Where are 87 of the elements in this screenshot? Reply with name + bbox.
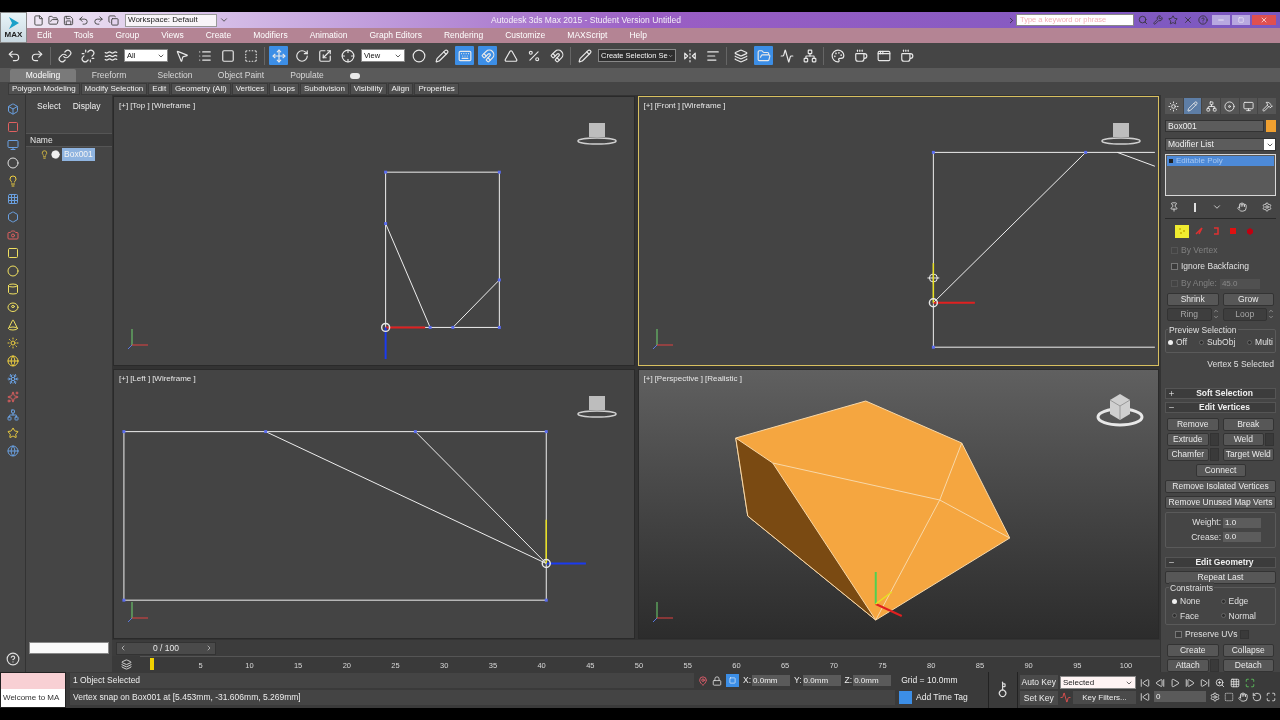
ribbon-panel[interactable]: Properties — [414, 82, 459, 95]
ribbon-tab[interactable]: Populate — [274, 69, 340, 82]
viewport[interactable]: [+] [Left ] [Wireframe ] — [113, 369, 635, 639]
panel-button[interactable]: Break — [1222, 418, 1274, 432]
panel-button[interactable]: Remove Isolated Vertices — [1165, 480, 1276, 494]
viewport-label[interactable]: [+] — [643, 100, 653, 112]
field-label: Crease: — [1191, 531, 1221, 544]
viewport-label[interactable]: [+] — [119, 100, 129, 112]
viewport-label[interactable]: [+] — [119, 373, 129, 385]
explorer-menu[interactable]: Select — [37, 99, 61, 113]
coordinate-field[interactable]: 0.0mm — [853, 675, 892, 686]
panel-button[interactable]: Create — [1167, 644, 1219, 657]
panel-button[interactable]: Chamfer — [1167, 448, 1209, 462]
checkbox-label: Preserve UVs — [1185, 628, 1238, 641]
axis-label: Y: — [794, 674, 802, 687]
auto-key-button[interactable]: Auto Key — [1019, 675, 1058, 689]
window-title: Autodesk 3ds Max 2015 - Student Version Untitled — [491, 13, 681, 27]
set-key-button[interactable]: Set Key — [1019, 691, 1058, 705]
ribbon-panel[interactable]: Vertices — [231, 82, 269, 95]
viewport-label[interactable]: [Left ] — [130, 373, 151, 385]
explorer-menu[interactable]: Display — [72, 99, 101, 113]
panel-button[interactable]: Extrude — [1167, 433, 1209, 447]
rollout-header[interactable]: Soft Selection — [1165, 388, 1276, 400]
ribbon-tab[interactable]: Freeform — [76, 69, 142, 82]
viewport-label[interactable]: [Front ] — [654, 100, 680, 112]
viewport-label[interactable]: [Wireframe ] — [152, 373, 196, 385]
ribbon-tab[interactable]: Modeling — [10, 69, 76, 82]
radio-label: Edge — [1228, 594, 1249, 608]
time-tag-button[interactable]: Add Time Tag — [916, 691, 968, 704]
name-field[interactable]: Box001 — [1165, 120, 1264, 132]
ribbon-tab[interactable]: Selection — [142, 69, 208, 82]
number-field[interactable]: 0.0 — [1223, 532, 1261, 543]
grid-size: Grid = 10.0mm — [901, 674, 958, 687]
radio-label: Normal — [1228, 609, 1256, 623]
panel-button[interactable]: Attach — [1167, 659, 1209, 672]
coordinate-field[interactable]: 0.0mm — [802, 675, 841, 686]
axis-label: Z: — [844, 674, 853, 687]
viewport[interactable]: [+] [Perspective ] [Realistic ] — [637, 369, 1159, 639]
panel-button[interactable]: Detach — [1222, 659, 1274, 672]
viewport[interactable]: [+] [Front ] [Wireframe ] — [637, 96, 1159, 366]
ribbon-panel[interactable]: Subdivision — [299, 82, 349, 95]
key-filters-button[interactable]: Key Filters... — [1073, 691, 1136, 704]
radio-label: SubObj — [1206, 335, 1236, 349]
viewport-label[interactable]: [+] — [643, 373, 653, 385]
coordinate-field[interactable]: 0.0mm — [752, 675, 791, 686]
panel-button[interactable]: Connect — [1195, 464, 1246, 478]
ribbon-panel[interactable]: Visibility — [349, 82, 387, 95]
ribbon-panel[interactable]: Loops — [269, 82, 299, 95]
viewport-label[interactable]: [Realistic ] — [705, 373, 742, 385]
panel-button[interactable]: Repeat Last — [1165, 570, 1276, 584]
field-label: Weight: — [1192, 516, 1221, 529]
script-listener-box[interactable]: Welcome to MA — [0, 672, 66, 708]
rollout-header[interactable]: Edit Vertices — [1165, 402, 1276, 414]
viewport[interactable]: [+] [Top ] [Wireframe ] — [113, 96, 635, 366]
ribbon-panel[interactable]: Align — [387, 82, 414, 95]
axis-label: X: — [743, 674, 752, 687]
radio-label: None — [1180, 594, 1201, 608]
modifier-dropdown[interactable]: Modifier List — [1165, 138, 1276, 151]
frame-counter[interactable]: 0 / 100 — [116, 641, 216, 655]
panel-button[interactable]: Target Weld — [1222, 448, 1274, 462]
app-button[interactable]: MAX — [0, 12, 27, 43]
ribbon-panel[interactable]: Modify Selection — [80, 82, 148, 95]
number-field[interactable]: 1.0 — [1223, 517, 1261, 528]
panel-button[interactable]: Grow — [1222, 292, 1274, 306]
radio-label: Off — [1176, 335, 1188, 349]
ribbon-panel[interactable]: Polygon Modeling — [8, 82, 80, 95]
workspace-dropdown[interactable]: Workspace: Default — [125, 13, 217, 27]
selection-count: 1 Object Selected — [70, 673, 694, 688]
ribbon-panel[interactable]: Geometry (All) — [171, 82, 231, 95]
radio-label: Multi — [1255, 335, 1273, 349]
viewport-label[interactable]: [Wireframe ] — [681, 100, 726, 112]
checkbox-label: Ignore Backfacing — [1181, 260, 1250, 274]
ribbon-tab[interactable]: Object Paint — [208, 69, 274, 82]
viewport-label[interactable]: [Perspective ] — [654, 373, 704, 385]
viewport-label[interactable]: [Wireframe ] — [151, 100, 196, 112]
panel-button[interactable]: Weld — [1222, 433, 1264, 447]
key-mode-dropdown[interactable]: Selected — [1060, 676, 1136, 689]
panel-button[interactable]: Remove Unused Map Verts — [1165, 496, 1276, 510]
panel-button[interactable]: Collapse — [1222, 644, 1274, 657]
frame-field[interactable]: 0 — [1154, 691, 1206, 702]
viewport-label[interactable]: [Top ] — [130, 100, 150, 112]
rollout-header[interactable]: Edit Geometry — [1165, 556, 1276, 568]
radio-label: Face — [1180, 609, 1199, 623]
panel-button[interactable]: Remove — [1167, 418, 1219, 432]
panel-button[interactable]: Shrink — [1167, 292, 1219, 306]
selection-status: Vertex 5 Selected — [1207, 357, 1275, 371]
ribbon-panel[interactable]: Edit — [148, 82, 171, 95]
